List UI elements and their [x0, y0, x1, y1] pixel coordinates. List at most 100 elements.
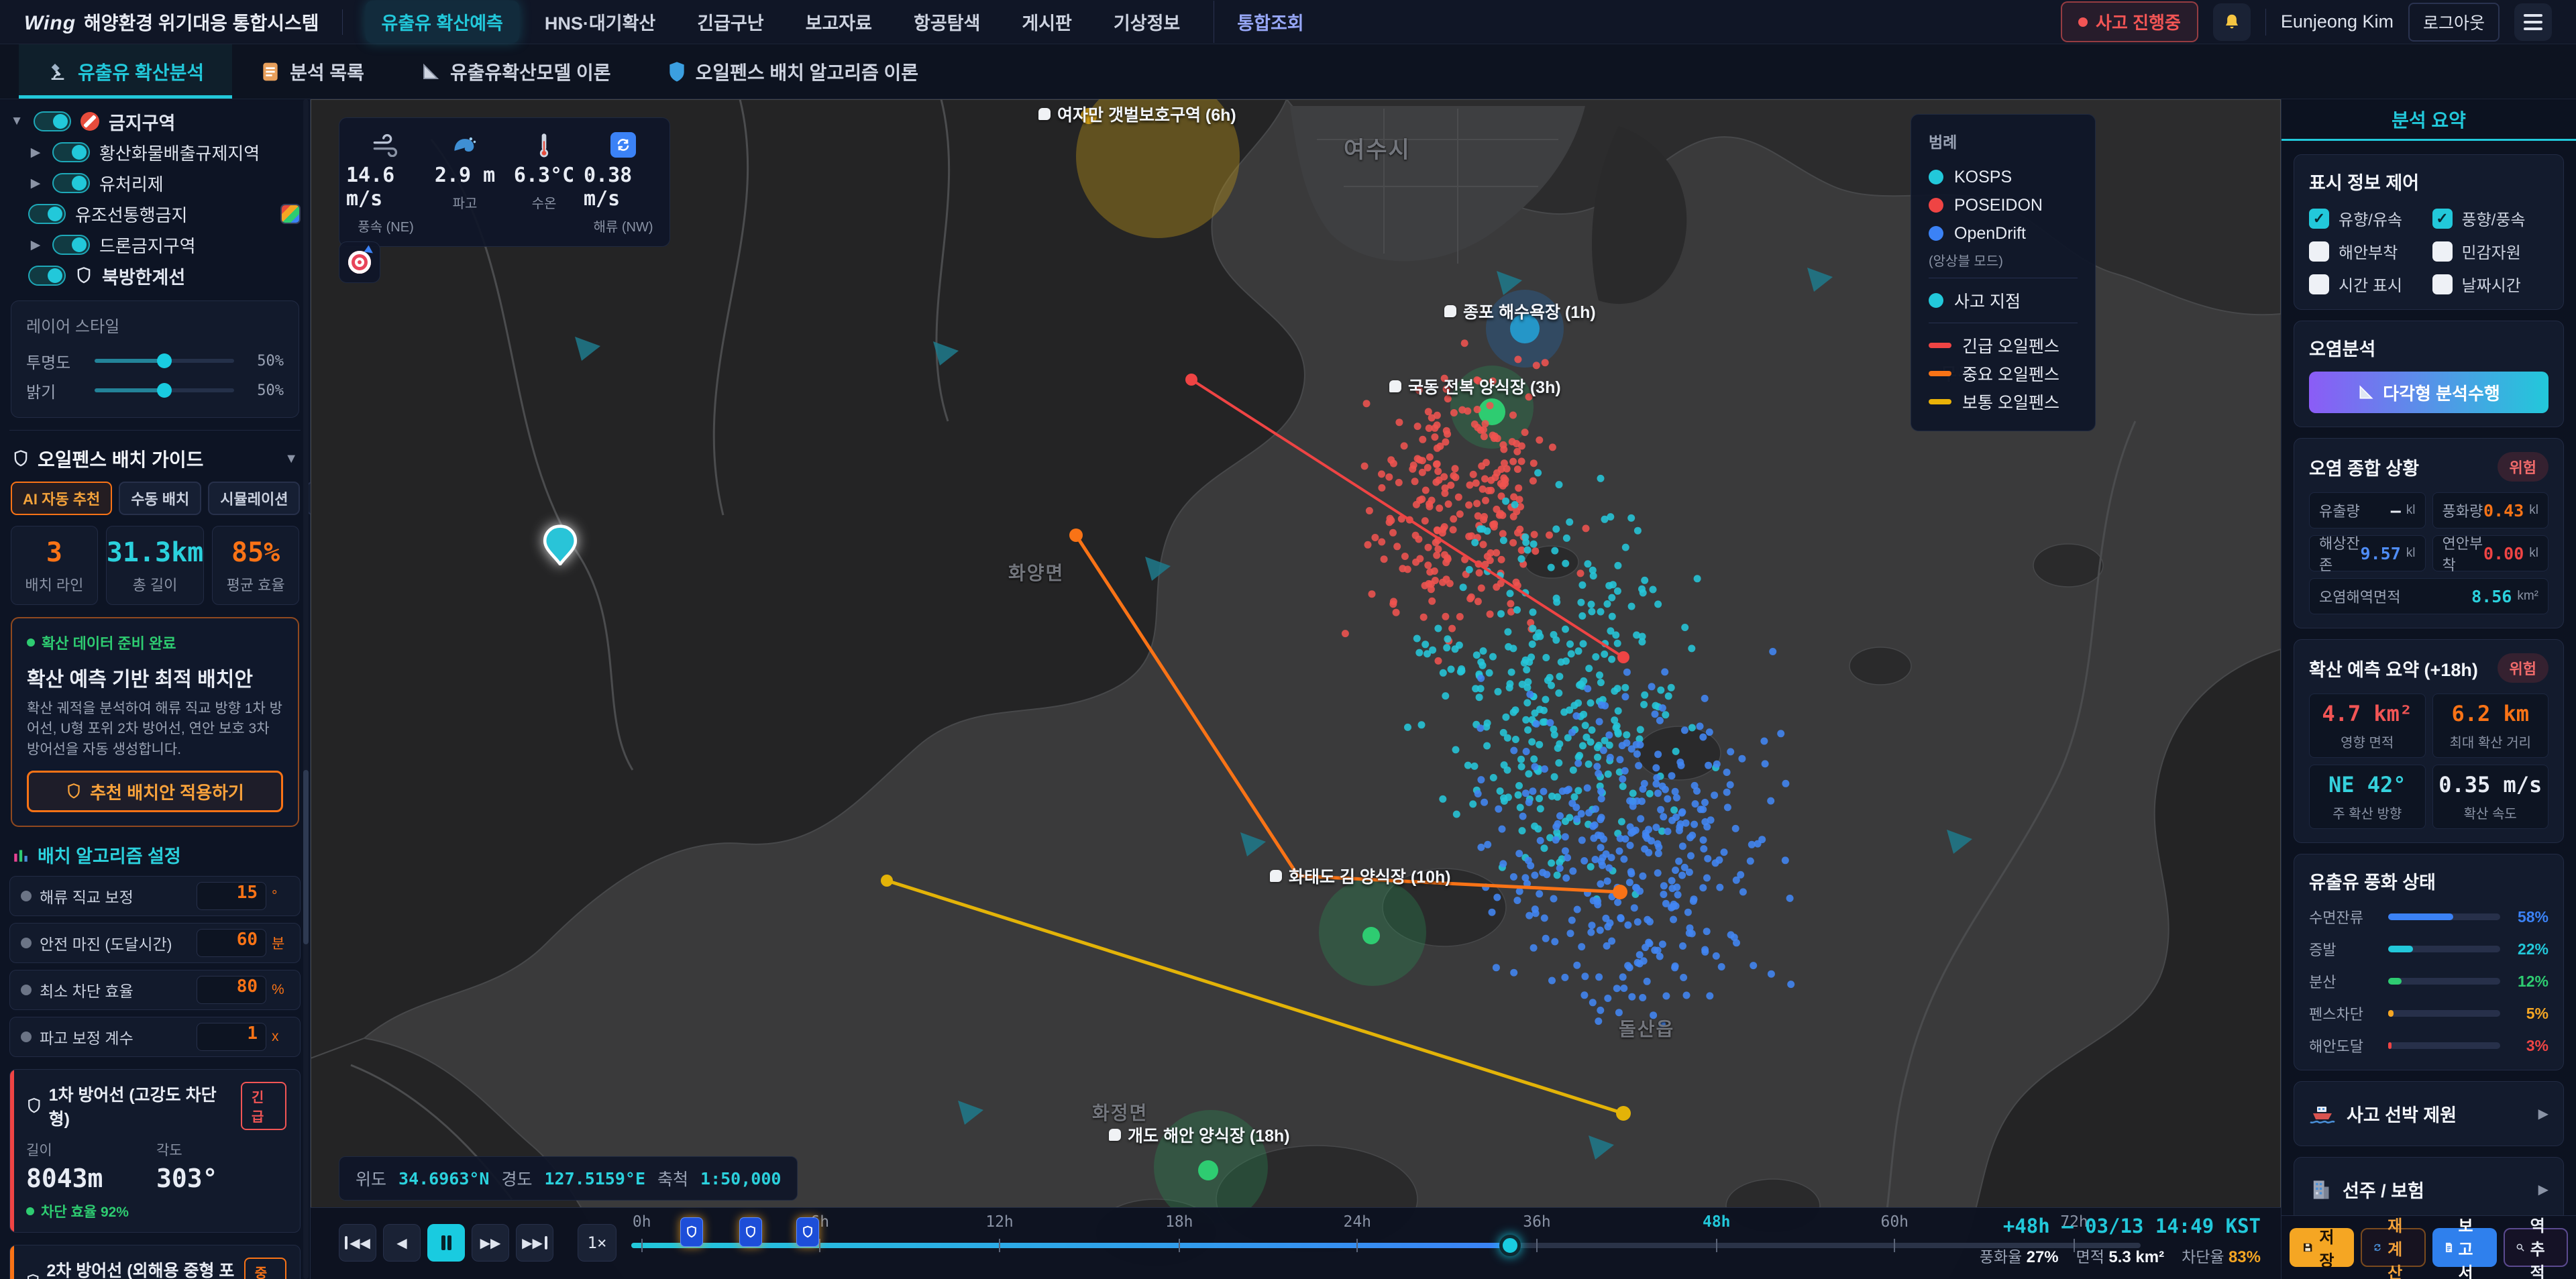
menu-board[interactable]: 게시판: [1006, 1, 1088, 43]
check-current[interactable]: 유향/유속: [2309, 207, 2426, 230]
brightness-slider[interactable]: [95, 388, 234, 392]
check-datetime[interactable]: 날짜시간: [2432, 272, 2549, 296]
checkbox-icon: [2432, 209, 2453, 229]
report-button[interactable]: 보고서: [2432, 1228, 2497, 1267]
menu-oil-spill-forecast[interactable]: 유출유 확산예측: [366, 1, 519, 43]
layer-toggle[interactable]: [52, 235, 90, 255]
current-orthogonal-input[interactable]: 15: [197, 882, 266, 910]
timeline-slider-knob[interactable]: [1499, 1235, 1521, 1256]
caret-right-icon[interactable]: ▶: [28, 237, 43, 253]
recommendation-description: 확산 궤적을 분석하여 해류 직교 방향 1차 방어선, U형 포위 2차 방어…: [27, 699, 283, 760]
caret-right-icon[interactable]: ▶: [28, 176, 43, 191]
fence-deploy-marker[interactable]: [680, 1217, 703, 1247]
shield-icon: [686, 1225, 698, 1239]
tab-analysis-list[interactable]: 분석 목록: [232, 44, 392, 99]
action-buttons: 저장 재계산 보고서 역추적: [2282, 1215, 2576, 1279]
menu-reports[interactable]: 보고자료: [790, 1, 888, 43]
caret-down-icon[interactable]: ▼: [9, 114, 24, 129]
check-time[interactable]: 시간 표시: [2309, 272, 2426, 296]
oilfence-guide-header[interactable]: 오일펜스 배치 가이드 ▼: [9, 443, 301, 482]
shield-icon: [745, 1225, 757, 1239]
sidebar-scrollbar[interactable]: [303, 99, 309, 1279]
sidebar-scrollbar-thumb[interactable]: [303, 770, 309, 944]
defense-line-card-1[interactable]: 1차 방어선 (고강도 차단형) 긴급 길이8043m 각도303° 차단 효율…: [9, 1069, 301, 1233]
check-shoreline[interactable]: 해안부착: [2309, 239, 2426, 263]
hamburger-icon: [2524, 14, 2542, 30]
mode-manual[interactable]: 수동 배치: [119, 482, 201, 515]
timeline-tick-36h[interactable]: 36h: [1523, 1213, 1551, 1231]
tab-diffusion-analysis[interactable]: 유출유 확산분석: [19, 44, 232, 99]
sensitive-zone-label[interactable]: 개도 해안 양식장 (18h): [1109, 1123, 1290, 1147]
current-forecast-time: +48h – 03/13 14:49 KST: [1980, 1215, 2261, 1237]
menu-hns[interactable]: HNS·대기확산: [529, 1, 672, 43]
apply-recommendation-button[interactable]: 추천 배치안 적용하기: [27, 771, 283, 812]
legend-opendrift: OpenDrift: [1929, 219, 2078, 247]
layer-style-swatch[interactable]: [280, 204, 301, 224]
ship-specs-section[interactable]: 사고 선박 제원 ▶: [2294, 1081, 2564, 1146]
fast-forward-button[interactable]: ▶▶: [472, 1224, 509, 1262]
timeline-tick-0h[interactable]: 0h: [633, 1213, 651, 1231]
recalculate-button[interactable]: 재계산: [2361, 1228, 2425, 1267]
skip-end-button[interactable]: ▶▶: [516, 1224, 553, 1262]
mode-simulation[interactable]: 시뮬레이션: [208, 482, 300, 515]
menu-toggle-button[interactable]: [2514, 3, 2552, 41]
caret-right-icon[interactable]: ▶: [28, 145, 43, 160]
wave-coefficient-input[interactable]: 1: [197, 1023, 266, 1051]
opendrift-dot-icon: [1929, 226, 1943, 241]
setting-wave-coefficient: 파고 보정 계수 1 x: [9, 1017, 301, 1057]
sensitive-zone-label[interactable]: 여자만 갯벌보호구역 (6h): [1038, 102, 1236, 126]
menu-weather[interactable]: 기상정보: [1097, 1, 1196, 43]
layer-toggle[interactable]: [52, 173, 90, 193]
shield-icon: [667, 61, 686, 82]
safety-margin-input[interactable]: 60: [197, 929, 266, 957]
mode-ai-recommend[interactable]: AI 자동 추천: [11, 482, 112, 515]
timeline-tick-60h[interactable]: 60h: [1880, 1213, 1909, 1231]
recenter-incident-button[interactable]: [339, 241, 380, 283]
layer-toggle[interactable]: [28, 204, 66, 224]
menu-rescue[interactable]: 긴급구난: [681, 1, 780, 43]
incident-active-badge[interactable]: 사고 진행중: [2061, 1, 2198, 42]
owner-insurance-section[interactable]: 선주 / 보험 ▶: [2294, 1157, 2564, 1215]
tab-oilfence-algorithm-theory[interactable]: 오일펜스 배치 알고리즘 이론: [639, 44, 947, 99]
min-efficiency-input[interactable]: 80: [197, 976, 266, 1004]
incident-pin[interactable]: [543, 524, 578, 565]
layer-toggle[interactable]: [34, 111, 71, 131]
priority-badge: 중요: [244, 1258, 286, 1279]
fence-deploy-marker[interactable]: [796, 1217, 819, 1247]
defense-line-card-2[interactable]: 2차 방어선 (외해용 중형 포위망) 중요 길이11180m 각도303° 차…: [9, 1245, 301, 1279]
incident-dot-icon: [2078, 17, 2088, 27]
sensitive-zone-label[interactable]: 종포 해수욕장 (1h): [1444, 299, 1596, 323]
tab-diffusion-model-theory[interactable]: 유출유확산모델 이론: [392, 44, 639, 99]
legend-poseidon: POSEIDON: [1929, 191, 2078, 219]
layer-toggle[interactable]: [28, 266, 66, 286]
check-wind[interactable]: 풍향/풍속: [2432, 207, 2549, 230]
timeline-tick-24h[interactable]: 24h: [1343, 1213, 1371, 1231]
pause-button[interactable]: [427, 1224, 465, 1262]
check-sensitive[interactable]: 민감자원: [2432, 239, 2549, 263]
step-back-button[interactable]: ◀: [383, 1224, 421, 1262]
panel-title: 분석 요약: [2282, 99, 2576, 141]
current-speed: 0.38 m/s 해류 (NW): [584, 131, 663, 235]
timeline-tick-48h[interactable]: 48h: [1703, 1213, 1731, 1231]
save-button[interactable]: 저장: [2290, 1228, 2354, 1267]
playback-speed-button[interactable]: 1×: [578, 1224, 616, 1262]
microscope-icon: [47, 61, 68, 82]
polygon-analysis-button[interactable]: 다각형 분석수행: [2309, 372, 2548, 413]
notifications-button[interactable]: [2213, 3, 2251, 41]
fence-deploy-marker[interactable]: [739, 1217, 762, 1247]
map-canvas[interactable]: 여수시무무리화양면화정면돌산읍여자만 갯벌보호구역 (6h)종포 해수욕장 (1…: [311, 99, 2281, 1279]
layer-toggle[interactable]: [52, 142, 90, 162]
opacity-slider[interactable]: [95, 359, 234, 363]
timeline-tick-18h[interactable]: 18h: [1165, 1213, 1193, 1231]
backtrack-button[interactable]: 역추적: [2504, 1228, 2568, 1267]
skip-start-button[interactable]: ◀◀: [339, 1224, 376, 1262]
zone-marker-icon: [1109, 1129, 1121, 1141]
timeline-tick-12h[interactable]: 12h: [985, 1213, 1014, 1231]
timeline-track-area: 0h6h12h18h24h36h48h60h72h: [631, 1208, 2141, 1279]
sensitive-zone-label[interactable]: 국동 전복 양식장 (3h): [1389, 374, 1561, 398]
logout-button[interactable]: 로그아웃: [2408, 3, 2500, 42]
menu-integrated-search[interactable]: 통합조회: [1214, 1, 1320, 43]
menu-aerial-search[interactable]: 항공탐색: [898, 1, 996, 43]
sensitive-zone-label[interactable]: 화태도 김 양식장 (10h): [1270, 864, 1451, 888]
layer-row-restricted-zone: ▼ 금지구역: [9, 106, 301, 137]
